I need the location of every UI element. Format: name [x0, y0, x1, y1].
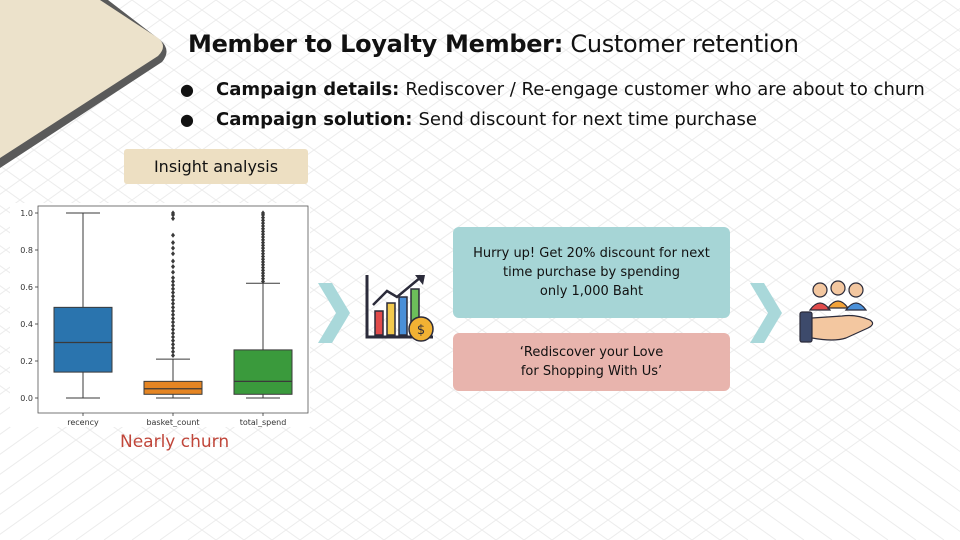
y-tick-label: 0.2 — [20, 357, 33, 366]
slogan-card: ‘Rediscover your Love for Shopping With … — [453, 333, 730, 391]
box-recency — [53, 306, 113, 373]
boxplot-chart: 0.0 0.2 0.4 0.6 0.8 1.0 recency basket_count tot… — [10, 203, 310, 427]
x-tick-label: total_spend — [240, 418, 287, 427]
customers-in-hand-icon — [799, 280, 874, 343]
title-bold: Member to Loyalty Member: — [188, 30, 564, 58]
boxplot-svg: 0.0 0.2 0.4 0.6 0.8 1.0 recency basket_count tot… — [20, 205, 309, 427]
y-tick-label: 1.0 — [20, 209, 33, 218]
box-total_spend — [233, 349, 293, 395]
bullet-dot-icon: ● — [180, 80, 194, 99]
growth-chart-icon: $ — [365, 275, 434, 342]
x-tick-label: basket_count — [146, 418, 199, 427]
insight-label: Insight analysis — [124, 149, 308, 184]
bullet-item: ● Campaign solution: Send discount for n… — [180, 105, 925, 135]
y-tick-label: 0.4 — [20, 320, 33, 329]
bullet-list: ● Campaign details: Rediscover / Re-enga… — [180, 75, 925, 135]
chart-caption: Nearly churn — [120, 432, 230, 452]
y-tick-label: 0.8 — [20, 246, 33, 255]
bullet-bold: Campaign details: — [216, 79, 400, 100]
chevron-right-icon — [318, 283, 350, 343]
x-tick-label: recency — [67, 418, 99, 427]
bullet-dot-icon: ● — [180, 110, 194, 129]
y-tick-label: 0.6 — [20, 283, 33, 292]
svg-text:$: $ — [417, 323, 425, 338]
box-basket_count — [143, 380, 203, 395]
bullet-text: Rediscover / Re-engage customer who are … — [405, 79, 925, 100]
bullet-bold: Campaign solution: — [216, 109, 413, 130]
chevron-right-icon — [750, 283, 782, 343]
y-tick-label: 0.0 — [20, 394, 33, 403]
slide-title: Member to Loyalty Member: Customer reten… — [188, 30, 799, 58]
bullet-item: ● Campaign details: Rediscover / Re-enga… — [180, 75, 925, 105]
title-rest: Customer retention — [570, 30, 799, 58]
bullet-text: Send discount for next time purchase — [418, 109, 757, 130]
offer-card: Hurry up! Get 20% discount for next time… — [453, 227, 730, 318]
